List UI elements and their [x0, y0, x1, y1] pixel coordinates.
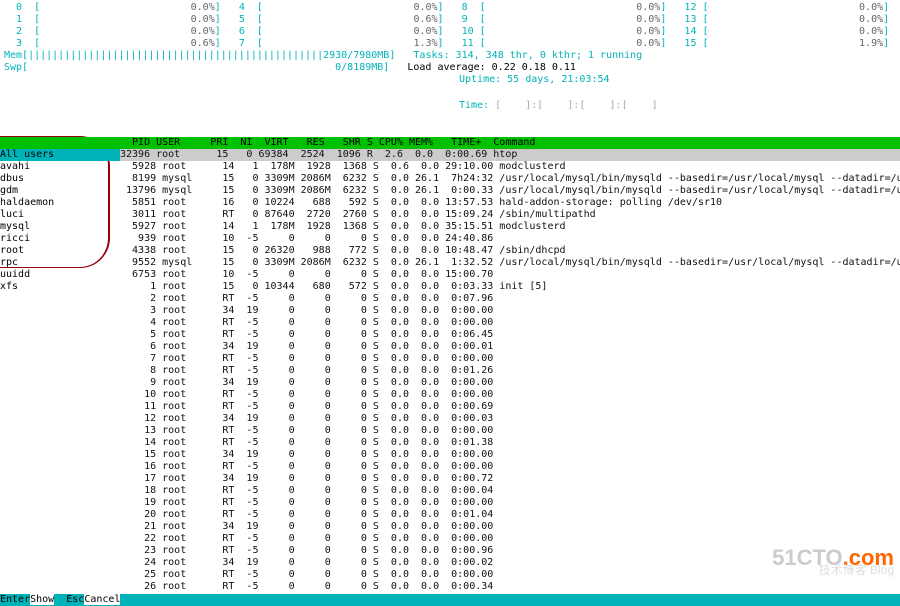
- process-row[interactable]: 24 root 34 19 0 0 0 S 0.0 0.0 0:00.02: [120, 557, 900, 569]
- user-filter-item[interactable]: gdm: [0, 185, 54, 197]
- process-row[interactable]: 16 root RT -5 0 0 0 S 0.0 0.0 0:00.00: [120, 461, 900, 473]
- process-row[interactable]: 13796 mysql 15 0 3309M 2086M 6232 S 0.0 …: [120, 185, 900, 197]
- user-filter-item[interactable]: luci: [0, 209, 54, 221]
- process-row[interactable]: 17 root 34 19 0 0 0 S 0.0 0.0 0:00.72: [120, 473, 900, 485]
- process-row[interactable]: 26 root RT -5 0 0 0 S 0.0 0.0 0:00.34: [120, 581, 900, 593]
- swap-meter: Swp[ 0/8189MB]: [4, 62, 389, 73]
- time-label: Time:: [459, 100, 489, 111]
- process-row[interactable]: 6753 root 10 -5 0 0 0 S 0.0 0.0 15:00.70: [120, 269, 900, 281]
- process-row[interactable]: 22 root RT -5 0 0 0 S 0.0 0.0 0:00.00: [120, 533, 900, 545]
- process-row[interactable]: 3011 root RT 0 87640 2720 2760 S 0.0 0.0…: [120, 209, 900, 221]
- user-list: avahidbusgdmhaldaemonlucimysqlriccirootr…: [0, 161, 54, 293]
- user-filter-item[interactable]: avahi: [0, 161, 54, 173]
- cpu-meter-row: 1 [ 0.0%] 5 [ 0.6%] 9 [ 0.0%] 13 [ 0.0%]: [4, 14, 896, 26]
- process-row[interactable]: 5927 root 14 1 178M 1928 1368 S 0.0 0.0 …: [120, 221, 900, 233]
- process-row[interactable]: 23 root RT -5 0 0 0 S 0.0 0.0 0:00.96: [120, 545, 900, 557]
- user-filter-item[interactable]: mysql: [0, 221, 54, 233]
- user-filter-item[interactable]: xfs: [0, 281, 54, 293]
- process-row[interactable]: 25 root RT -5 0 0 0 S 0.0 0.0 0:00.00: [120, 569, 900, 581]
- process-row[interactable]: 4338 root 15 0 26320 988 772 S 0.0 0.0 1…: [120, 245, 900, 257]
- process-row[interactable]: 8199 mysql 15 0 3309M 2086M 6232 S 0.0 2…: [120, 173, 900, 185]
- cpu-meter-row: 2 [ 0.0%] 6 [ 0.0%] 10 [ 0.0%] 14 [ 0.0%…: [4, 26, 896, 38]
- process-row[interactable]: 9 root 34 19 0 0 0 S 0.0 0.0 0:00.00: [120, 377, 900, 389]
- time-boxes: [ ]:[ ]:[ ]:[ ]: [495, 100, 658, 111]
- process-row[interactable]: 4 root RT -5 0 0 0 S 0.0 0.0 0:00.00: [120, 317, 900, 329]
- process-row[interactable]: 12 root 34 19 0 0 0 S 0.0 0.0 0:00.03: [120, 413, 900, 425]
- uptime-text: Uptime: 55 days, 21:03:54: [459, 74, 610, 85]
- process-row[interactable]: 9552 mysql 15 0 3309M 2086M 6232 S 0.0 2…: [120, 257, 900, 269]
- process-row[interactable]: 5 root RT -5 0 0 0 S 0.0 0.0 0:06.45: [120, 329, 900, 341]
- process-list: 5928 root 14 1 178M 1928 1368 S 0.6 0.0 …: [120, 161, 900, 606]
- user-filter-item[interactable]: ricci: [0, 233, 54, 245]
- column-headers: PID USER PRI NI VIRT RES SHR S CPU% MEM%…: [0, 137, 900, 149]
- process-row[interactable]: 18 root RT -5 0 0 0 S 0.0 0.0 0:00.04: [120, 485, 900, 497]
- process-row[interactable]: 7 root RT -5 0 0 0 S 0.0 0.0 0:00.00: [120, 353, 900, 365]
- process-row-selected[interactable]: 32396 root 15 0 69384 2524 1096 R 2.6 0.…: [120, 149, 900, 161]
- process-row[interactable]: 6 root 34 19 0 0 0 S 0.0 0.0 0:00.01: [120, 341, 900, 353]
- user-filter-item[interactable]: dbus: [0, 173, 54, 185]
- process-row[interactable]: 5928 root 14 1 178M 1928 1368 S 0.6 0.0 …: [120, 161, 900, 173]
- user-filter-item[interactable]: rpc: [0, 257, 54, 269]
- user-filter-all[interactable]: All users: [0, 149, 120, 161]
- process-row[interactable]: 3 root 34 19 0 0 0 S 0.0 0.0 0:00.00: [120, 305, 900, 317]
- process-row[interactable]: 21 root 34 19 0 0 0 S 0.0 0.0 0:00.00: [120, 521, 900, 533]
- process-row[interactable]: 2 root RT -5 0 0 0 S 0.0 0.0 0:07.96: [120, 293, 900, 305]
- process-row[interactable]: 939 root 10 -5 0 0 0 S 0.0 0.0 24:40.86: [120, 233, 900, 245]
- load-text: Load average: 0.22 0.18 0.11: [407, 62, 576, 73]
- process-row[interactable]: 19 root RT -5 0 0 0 S 0.0 0.0 0:00.00: [120, 497, 900, 509]
- mem-meter: Mem[||||||||||||||||||||||||||||||||||||…: [4, 50, 395, 61]
- process-row[interactable]: 14 root RT -5 0 0 0 S 0.0 0.0 0:01.38: [120, 437, 900, 449]
- process-row[interactable]: 1 root 15 0 10344 680 572 S 0.0 0.0 0:03…: [120, 281, 900, 293]
- bottom-bar: EnterShow EscCancel: [0, 594, 900, 606]
- process-row[interactable]: 10 root RT -5 0 0 0 S 0.0 0.0 0:00.00: [120, 389, 900, 401]
- tasks-text: Tasks: 314, 348 thr, 0 kthr; 1 running: [413, 50, 642, 61]
- meter-block: 0 [ 0.0%] 4 [ 0.0%] 8 [ 0.0%] 12 [ 0.0%]…: [0, 0, 900, 112]
- process-row[interactable]: 5851 root 16 0 10224 688 592 S 0.0 0.0 1…: [120, 197, 900, 209]
- user-filter-item[interactable]: haldaemon: [0, 197, 54, 209]
- user-filter-item[interactable]: root: [0, 245, 54, 257]
- process-row[interactable]: 8 root RT -5 0 0 0 S 0.0 0.0 0:01.26: [120, 365, 900, 377]
- process-row[interactable]: 11 root RT -5 0 0 0 S 0.0 0.0 0:00.69: [120, 401, 900, 413]
- user-filter-item[interactable]: uuidd: [0, 269, 54, 281]
- process-row[interactable]: 15 root 34 19 0 0 0 S 0.0 0.0 0:00.00: [120, 449, 900, 461]
- cpu-meter-row: 3 [ 0.6%] 7 [ 1.3%] 11 [ 0.0%] 15 [ 1.9%…: [4, 38, 896, 50]
- cpu-meter-row: 0 [ 0.0%] 4 [ 0.0%] 8 [ 0.0%] 12 [ 0.0%]: [4, 2, 896, 14]
- process-row[interactable]: 13 root RT -5 0 0 0 S 0.0 0.0 0:00.00: [120, 425, 900, 437]
- process-row[interactable]: 20 root RT -5 0 0 0 S 0.0 0.0 0:01.04: [120, 509, 900, 521]
